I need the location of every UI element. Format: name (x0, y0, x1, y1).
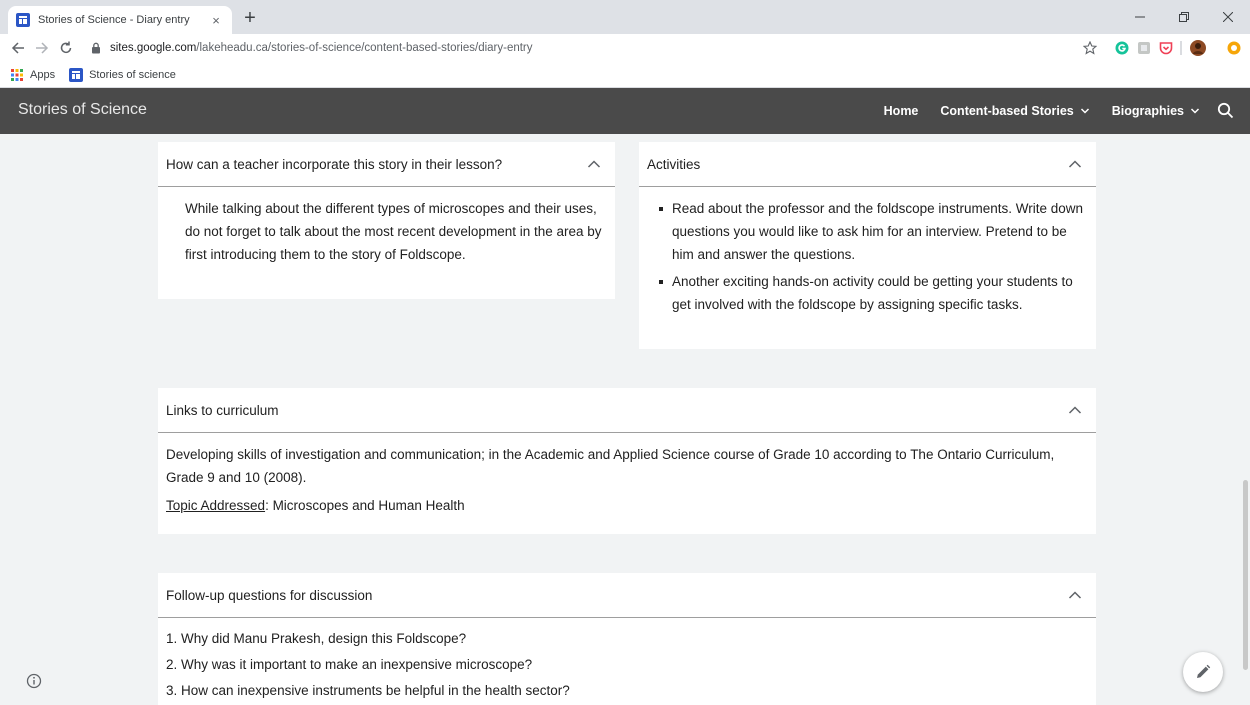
search-icon[interactable] (1216, 101, 1236, 121)
activities-card-header[interactable]: Activities (639, 142, 1096, 187)
chevron-up-icon[interactable] (587, 159, 601, 169)
topic-line: Topic Addressed: Microscopes and Human H… (166, 494, 1088, 517)
site-header: Stories of Science Home Content-based St… (0, 88, 1250, 134)
info-icon[interactable] (26, 673, 42, 689)
browser-tab[interactable]: Stories of Science - Diary entry × (8, 6, 232, 34)
topic-addressed-value: : Microscopes and Human Health (265, 498, 465, 513)
bookmark-stories-of-science[interactable]: Stories of science (69, 67, 176, 82)
forward-icon[interactable] (32, 38, 52, 58)
followup-collapsible-card: Follow-up questions for discussion 1. Wh… (158, 573, 1096, 705)
chevron-up-icon[interactable] (1068, 159, 1082, 169)
nav-home[interactable]: Home (884, 104, 919, 118)
site-title[interactable]: Stories of Science (18, 101, 147, 119)
page-content: How can a teacher incorporate this story… (0, 134, 1250, 705)
followup-question: 2. Why was it important to make an inexp… (166, 657, 533, 672)
bookmark-star-icon[interactable] (1082, 40, 1098, 56)
address-bar[interactable]: sites.google.com/lakeheadu.ca/stories-of… (84, 37, 1104, 59)
bookmark-label: Stories of science (89, 68, 176, 81)
chevron-down-icon (1190, 108, 1200, 114)
activities-collapsible-card: Activities Read about the professor and … (639, 142, 1096, 349)
curriculum-card-header[interactable]: Links to curriculum (158, 388, 1096, 433)
nav-biographies[interactable]: Biographies (1112, 104, 1200, 118)
restore-icon[interactable] (1162, 0, 1206, 34)
google-sites-favicon-icon (16, 13, 30, 27)
pocket-extension-icon[interactable] (1158, 40, 1174, 56)
followup-card-body: 1. Why did Manu Prakesh, design this Fol… (158, 618, 1096, 702)
bookmark-label: Apps (30, 68, 56, 81)
url-domain: sites.google.com (110, 42, 197, 54)
list-item: Read about the professor and the foldsco… (657, 197, 1088, 266)
list-item: Another exciting hands-on activity could… (657, 270, 1088, 316)
bookmarks-bar: Apps Stories of science (0, 62, 1250, 88)
topic-addressed-label: Topic Addressed (166, 498, 266, 513)
extension-k-icon[interactable] (1136, 40, 1152, 56)
tab-close-icon[interactable]: × (208, 13, 224, 28)
tab-title: Stories of Science - Diary entry (38, 14, 190, 26)
activities-list: Read about the professor and the foldsco… (647, 197, 1088, 316)
profile-avatar[interactable] (1190, 40, 1206, 56)
url-path: /lakeheadu.ca/stories-of-science/content… (196, 42, 533, 54)
teacher-collapsible-card: How can a teacher incorporate this story… (158, 142, 615, 299)
nav-biographies-label: Biographies (1111, 104, 1184, 118)
teacher-card-title: How can a teacher incorporate this story… (166, 156, 503, 172)
pencil-icon (1197, 664, 1211, 678)
url-text: sites.google.com/lakeheadu.ca/stories-of… (110, 42, 533, 54)
curriculum-card-body: Developing skills of investigation and c… (158, 433, 1096, 517)
activities-card-title: Activities (647, 156, 701, 172)
browser-tabstrip: Stories of Science - Diary entry × + (0, 0, 1250, 34)
chevron-up-icon[interactable] (1068, 405, 1082, 415)
teacher-card-header[interactable]: How can a teacher incorporate this story… (158, 142, 615, 187)
curriculum-collapsible-card: Links to curriculum Developing skills of… (158, 388, 1096, 534)
nav-content-based-label: Content-based Stories (940, 104, 1074, 118)
nav-content-based-stories[interactable]: Content-based Stories (940, 104, 1089, 118)
extension-orange-icon[interactable] (1226, 40, 1242, 56)
lock-icon (92, 42, 100, 54)
followup-question: 3. How can inexpensive instruments be he… (166, 683, 570, 698)
minimize-icon[interactable] (1118, 0, 1162, 34)
reload-icon[interactable] (56, 38, 76, 58)
followup-question: 1. Why did Manu Prakesh, design this Fol… (166, 631, 467, 646)
curriculum-text: Developing skills of investigation and c… (166, 447, 1055, 485)
edit-button[interactable] (1183, 652, 1223, 692)
google-sites-icon (69, 67, 84, 82)
bookmark-apps[interactable]: Apps (10, 68, 55, 82)
nav-home-label: Home (883, 104, 919, 118)
new-tab-button[interactable]: + (238, 7, 262, 31)
activities-card-body: Read about the professor and the foldsco… (639, 187, 1096, 316)
apps-grid-icon (11, 68, 23, 81)
followup-card-header[interactable]: Follow-up questions for discussion (158, 573, 1096, 618)
browser-toolbar: sites.google.com/lakeheadu.ca/stories-of… (0, 34, 1250, 62)
teacher-card-body: While talking about the different types … (158, 187, 615, 266)
page-scrollbar[interactable] (1243, 480, 1248, 670)
toolbar-divider (1180, 41, 1182, 55)
curriculum-card-title: Links to curriculum (166, 402, 279, 418)
grammarly-extension-icon[interactable] (1114, 40, 1130, 56)
back-icon[interactable] (8, 38, 28, 58)
chevron-down-icon (1080, 108, 1089, 114)
close-window-icon[interactable] (1206, 0, 1250, 34)
chevron-up-icon[interactable] (1068, 590, 1082, 600)
teacher-card-text: While talking about the different types … (185, 201, 602, 262)
site-nav: Home Content-based Stories Biographies (862, 88, 1200, 134)
followup-card-title: Follow-up questions for discussion (166, 587, 373, 603)
